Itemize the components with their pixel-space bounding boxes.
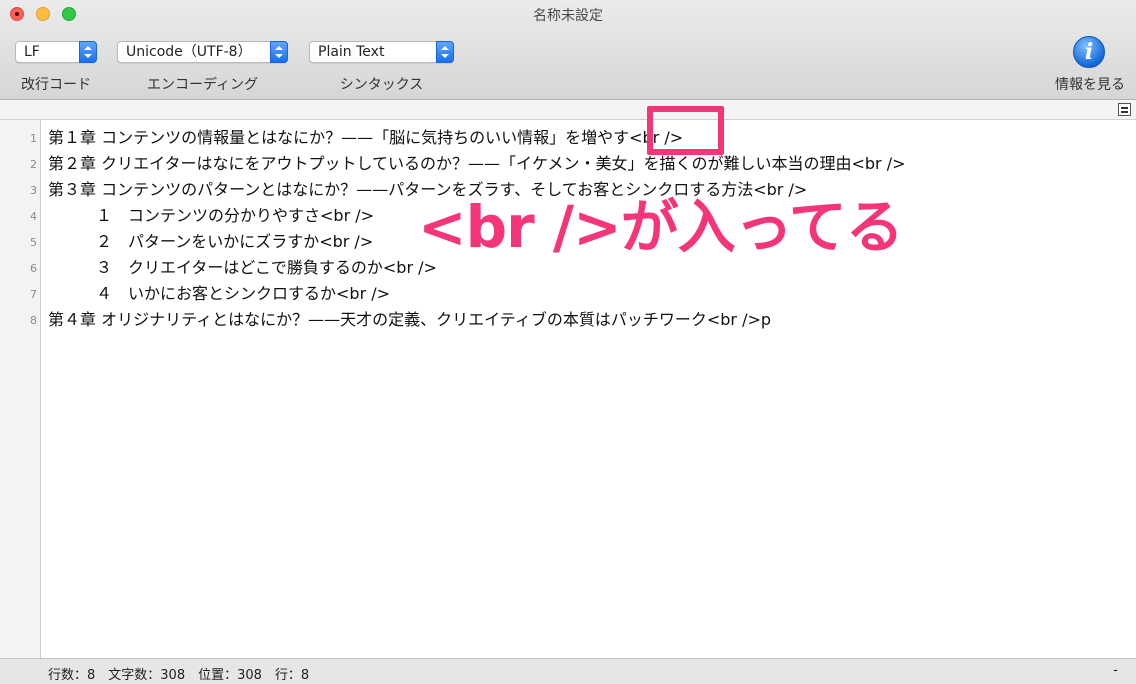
encoding-value: Unicode（UTF-8） — [126, 44, 252, 60]
line-ending-label: 改行コード — [21, 77, 91, 93]
status-counts: 行数：8 文字数：308 位置：308 行：8 — [48, 668, 310, 683]
line-number: 8 — [30, 314, 37, 327]
window-titlebar: 名称未設定 LF 改行コード Unicode（UTF-8） エンコーディング P… — [0, 0, 1136, 100]
syntax-value: Plain Text — [318, 44, 385, 60]
text-line[interactable]: ３ クリエイターはどこで勝負するのか<br /> — [48, 254, 437, 280]
split-view-icon[interactable] — [1118, 103, 1131, 116]
line-number: 3 — [30, 184, 37, 197]
encoding-label: エンコーディング — [146, 77, 259, 93]
text-line[interactable]: 第４章 オリジナリティとはなにか？——天才の定義、クリエイティブの本質はパッチワ… — [48, 306, 771, 332]
line-number: 4 — [30, 210, 37, 223]
text-line[interactable]: ４ いかにお客とシンクロするか<br /> — [48, 280, 390, 306]
text-line[interactable]: ２ パターンをいかにズラすか<br /> — [48, 228, 373, 254]
line-number: 7 — [30, 288, 37, 301]
chevron-updown-icon — [79, 41, 97, 63]
encoding-select[interactable]: Unicode（UTF-8） — [117, 41, 288, 63]
line-ending-value: LF — [24, 44, 40, 60]
line-number-gutter: 1 2 3 4 5 6 7 8 — [0, 120, 41, 658]
line-ending-select[interactable]: LF — [15, 41, 97, 63]
status-right: - — [1113, 663, 1118, 678]
text-line[interactable]: 第１章 コンテンツの情報量とはなにか？——「脳に気持ちのいい情報」を増やす<br… — [48, 124, 683, 150]
line-number: 2 — [30, 158, 37, 171]
annotation-text: <br />が入ってる — [418, 193, 904, 261]
line-number: 6 — [30, 262, 37, 275]
line-number: 1 — [30, 132, 37, 145]
chevron-updown-icon — [270, 41, 288, 63]
syntax-label: シンタックス — [339, 77, 424, 93]
editor-header-strip — [0, 100, 1136, 120]
text-line[interactable]: 第２章 クリエイターはなにをアウトプットしているのか？——「イケメン・美女」を描… — [48, 150, 906, 176]
text-line[interactable]: １ コンテンツの分かりやすさ<br /> — [48, 202, 374, 228]
syntax-select[interactable]: Plain Text — [309, 41, 454, 63]
line-number: 5 — [30, 236, 37, 249]
info-icon[interactable]: i — [1073, 36, 1105, 68]
status-bar: 行数：8 文字数：308 位置：308 行：8 - — [0, 658, 1136, 684]
chevron-updown-icon — [436, 41, 454, 63]
annotation-highlight-box — [647, 106, 724, 155]
window-title: 名称未設定 — [533, 8, 603, 24]
info-label: 情報を見る — [1055, 77, 1125, 93]
